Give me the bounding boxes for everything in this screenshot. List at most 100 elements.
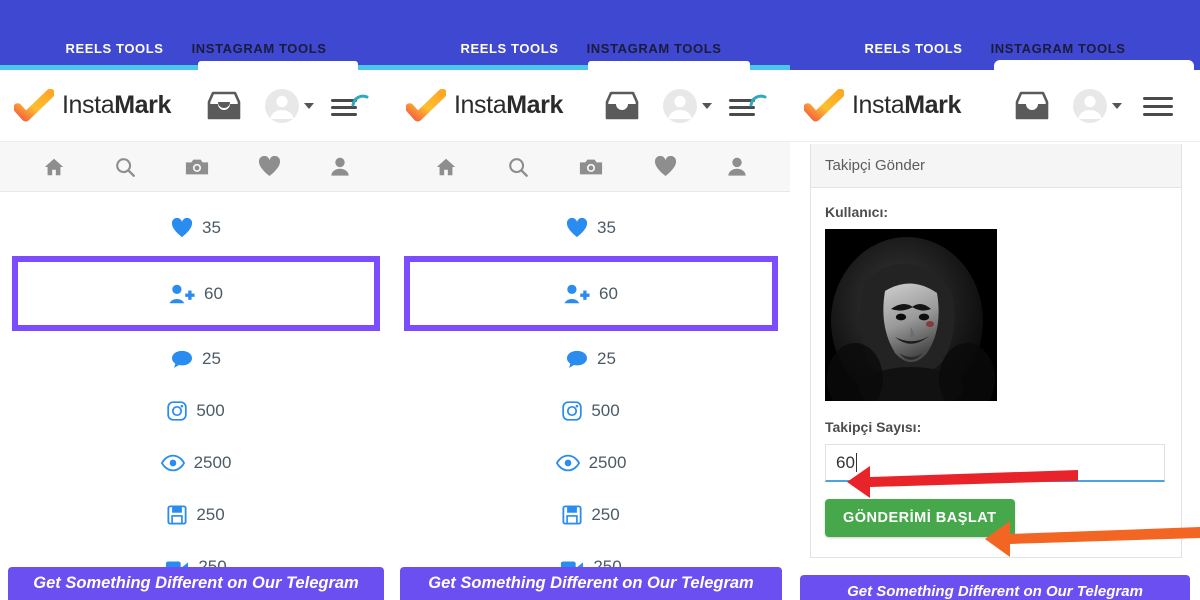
panel-middle: REELS TOOLS INSTAGRAM TOOLS InstaMark 35… bbox=[392, 0, 790, 600]
heart-icon bbox=[567, 218, 588, 238]
add-follower-icon bbox=[169, 284, 195, 303]
checkmark-icon bbox=[14, 88, 54, 121]
tab-active-indicator bbox=[588, 61, 750, 70]
inbox-icon[interactable] bbox=[1000, 83, 1064, 129]
instagram-nav-bar bbox=[0, 142, 392, 192]
brand-name-light: Insta bbox=[454, 91, 507, 119]
comment-icon bbox=[567, 350, 588, 368]
inbox-icon[interactable] bbox=[192, 83, 256, 129]
search-icon[interactable] bbox=[114, 156, 136, 178]
counter-value: 500 bbox=[591, 401, 620, 420]
home-icon[interactable] bbox=[43, 156, 65, 178]
tab-reels-label: REELS TOOLS bbox=[460, 41, 559, 56]
counter-row-comments[interactable]: 25 bbox=[0, 333, 392, 385]
account-menu[interactable] bbox=[654, 83, 720, 129]
account-avatar-icon bbox=[663, 88, 697, 123]
inbox-icon[interactable] bbox=[590, 83, 654, 129]
heart-icon[interactable] bbox=[258, 156, 281, 177]
counter-row-comments[interactable]: 25 bbox=[392, 333, 790, 385]
hamburger-menu-button[interactable] bbox=[322, 83, 380, 129]
brand-logo[interactable]: InstaMark bbox=[804, 88, 961, 123]
text-cursor bbox=[855, 453, 857, 472]
send-followers-card: Takipçi Gönder Kullanıcı: Takipçi Sayısı… bbox=[810, 144, 1182, 558]
screenshot-root: REELS TOOLS INSTAGRAM TOOLS InstaMark 35… bbox=[0, 0, 1200, 600]
counter-row-followers-highlighted[interactable]: 60 bbox=[404, 256, 778, 331]
comment-icon bbox=[172, 350, 193, 368]
app-header: InstaMark bbox=[392, 70, 790, 142]
telegram-banner[interactable]: Get Something Different on Our Telegram bbox=[800, 575, 1190, 600]
brand-name: InstaMark bbox=[852, 91, 961, 120]
chevron-down-icon bbox=[702, 102, 712, 109]
account-menu[interactable] bbox=[256, 83, 322, 129]
counter-value: 250 bbox=[196, 505, 225, 524]
home-icon[interactable] bbox=[435, 156, 457, 178]
loading-spinner-icon bbox=[351, 94, 369, 106]
brand-logo[interactable]: InstaMark bbox=[14, 88, 171, 123]
counter-value: 60 bbox=[204, 283, 223, 303]
header-icon-group bbox=[590, 83, 790, 129]
anonymous-mask-avatar bbox=[825, 229, 997, 401]
chevron-down-icon bbox=[304, 102, 314, 109]
loading-spinner-icon bbox=[749, 94, 767, 106]
counter-row-views[interactable]: 2500 bbox=[392, 437, 790, 489]
instagram-icon bbox=[167, 401, 187, 421]
panel-right: REELS TOOLS INSTAGRAM TOOLS InstaMark Ta… bbox=[790, 0, 1200, 600]
counter-value: 500 bbox=[196, 401, 225, 420]
tab-bar: REELS TOOLS INSTAGRAM TOOLS bbox=[0, 0, 392, 70]
counter-row-views[interactable]: 2500 bbox=[0, 437, 392, 489]
instagram-nav-bar bbox=[392, 142, 790, 192]
eye-view-icon bbox=[555, 454, 580, 472]
count-input-value: 60 bbox=[836, 452, 855, 472]
counter-value: 25 bbox=[597, 349, 616, 368]
heart-icon bbox=[172, 218, 193, 238]
camera-icon[interactable] bbox=[579, 156, 603, 178]
counter-row-instagram[interactable]: 500 bbox=[392, 385, 790, 437]
save-floppy-icon bbox=[562, 505, 582, 525]
telegram-banner-label: Get Something Different on Our Telegram bbox=[847, 583, 1143, 600]
tab-reels-label: REELS TOOLS bbox=[65, 41, 164, 56]
instagram-icon bbox=[562, 401, 582, 421]
counter-list: 35 60 25 500 2500 250 bbox=[0, 192, 392, 593]
brand-logo[interactable]: InstaMark bbox=[406, 88, 563, 123]
counter-row-instagram[interactable]: 500 bbox=[0, 385, 392, 437]
brand-name-bold: Mark bbox=[904, 91, 961, 119]
submit-button[interactable]: GÖNDERİMİ BAŞLAT bbox=[825, 499, 1015, 537]
telegram-banner[interactable]: Get Something Different on Our Telegram bbox=[8, 567, 384, 600]
tab-reels-tools[interactable]: REELS TOOLS bbox=[850, 41, 976, 70]
follower-count-label: Takipçi Sayısı: bbox=[825, 419, 922, 435]
counter-row-followers-highlighted[interactable]: 60 bbox=[12, 256, 380, 331]
brand-name-bold: Mark bbox=[506, 91, 563, 119]
eye-view-icon bbox=[160, 454, 185, 472]
telegram-banner-label: Get Something Different on Our Telegram bbox=[428, 574, 754, 592]
checkmark-icon bbox=[804, 88, 844, 121]
counter-value: 2500 bbox=[193, 453, 232, 472]
profile-icon[interactable] bbox=[727, 156, 747, 177]
card-title: Takipçi Gönder bbox=[811, 144, 1181, 188]
counter-row-saves[interactable]: 250 bbox=[392, 489, 790, 541]
card-body: Kullanıcı: Takipçi Sayısı: 60 GÖNDERİMİ … bbox=[811, 188, 1181, 557]
counter-row-heart[interactable]: 35 bbox=[392, 202, 790, 254]
hamburger-menu-button[interactable] bbox=[1130, 83, 1188, 129]
heart-icon[interactable] bbox=[654, 156, 677, 177]
telegram-banner[interactable]: Get Something Different on Our Telegram bbox=[400, 567, 782, 600]
hamburger-menu-button[interactable] bbox=[720, 83, 778, 129]
add-follower-icon bbox=[564, 284, 590, 303]
header-icon-group bbox=[192, 83, 392, 129]
profile-icon[interactable] bbox=[330, 156, 350, 177]
counter-row-heart[interactable]: 35 bbox=[0, 202, 392, 254]
camera-icon[interactable] bbox=[185, 156, 209, 178]
search-icon[interactable] bbox=[507, 156, 529, 178]
count-input[interactable]: 60 bbox=[825, 444, 1165, 482]
header-icon-group bbox=[1000, 83, 1200, 129]
brand-name-bold: Mark bbox=[114, 91, 171, 119]
user-label: Kullanıcı: bbox=[825, 204, 889, 220]
counter-row-saves[interactable]: 250 bbox=[0, 489, 392, 541]
tab-instagram-label: INSTAGRAM TOOLS bbox=[990, 41, 1126, 56]
tab-instagram-label: INSTAGRAM TOOLS bbox=[586, 41, 722, 56]
tab-active-indicator bbox=[994, 60, 1194, 70]
counter-value: 25 bbox=[202, 349, 221, 368]
brand-name: InstaMark bbox=[62, 91, 171, 120]
tab-instagram-label: INSTAGRAM TOOLS bbox=[191, 41, 327, 56]
account-menu[interactable] bbox=[1064, 83, 1130, 129]
account-avatar-icon bbox=[1073, 88, 1107, 123]
